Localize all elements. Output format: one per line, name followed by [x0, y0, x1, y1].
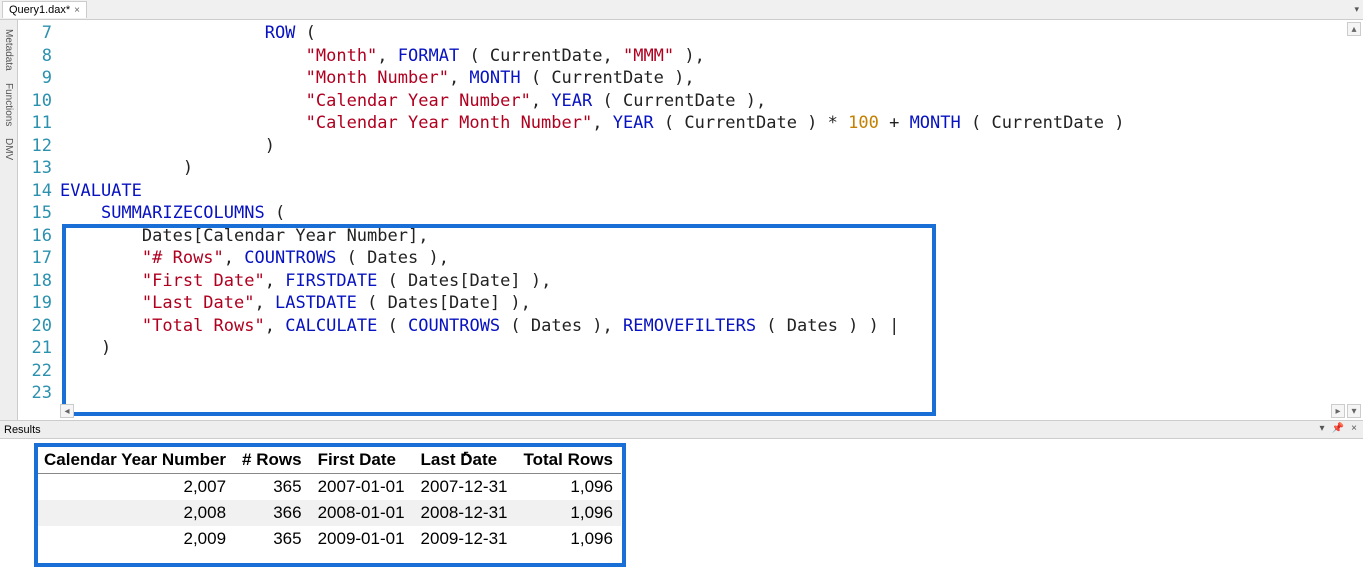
- code-line[interactable]: "Last Date", LASTDATE ( Dates[Date] ),: [60, 292, 1363, 315]
- table-cell: 2009-12-31: [413, 526, 516, 552]
- table-cell: 2009-01-01: [310, 526, 413, 552]
- code-line[interactable]: "Month Number", MONTH ( CurrentDate ),: [60, 67, 1363, 90]
- close-icon[interactable]: ×: [74, 5, 80, 16]
- table-cell: 2008-12-31: [413, 500, 516, 526]
- table-header-row: Calendar Year Number# RowsFirst DateLast…: [36, 447, 621, 474]
- pin-icon[interactable]: 📌: [1331, 422, 1345, 436]
- code-line[interactable]: ): [60, 135, 1363, 158]
- table-row[interactable]: 2,0083662008-01-012008-12-311,096: [36, 500, 621, 526]
- code-line[interactable]: SUMMARIZECOLUMNS (: [60, 202, 1363, 225]
- code-line[interactable]: EVALUATE: [60, 180, 1363, 203]
- line-number: 21: [18, 337, 52, 360]
- code-line[interactable]: "Month", FORMAT ( CurrentDate, "MMM" ),: [60, 45, 1363, 68]
- file-tab[interactable]: Query1.dax* ×: [2, 1, 87, 18]
- line-number-gutter: 7891011121314151617181920212223: [18, 20, 60, 420]
- results-body: Calendar Year Number# RowsFirst DateLast…: [0, 439, 1363, 580]
- results-panel: Results ▾ 📌 × Calendar Year Number# Rows…: [0, 420, 1363, 580]
- line-number: 23: [18, 382, 52, 405]
- code-line[interactable]: "Calendar Year Month Number", YEAR ( Cur…: [60, 112, 1363, 135]
- line-number: 12: [18, 135, 52, 158]
- window-menu-icon[interactable]: ▾: [1315, 422, 1329, 436]
- table-cell: 1,096: [516, 500, 621, 526]
- table-cell: 2007-01-01: [310, 474, 413, 501]
- column-header[interactable]: Last Date: [413, 447, 516, 474]
- table-cell: 2,007: [36, 474, 234, 501]
- table-cell: 366: [234, 500, 310, 526]
- left-tool-tabs: Metadata Functions DMV: [0, 20, 18, 420]
- tabs-dropdown-icon[interactable]: ▾: [1354, 4, 1359, 15]
- code-line[interactable]: "Total Rows", CALCULATE ( COUNTROWS ( Da…: [60, 315, 1363, 338]
- column-header[interactable]: Calendar Year Number: [36, 447, 234, 474]
- line-number: 20: [18, 315, 52, 338]
- line-number: 11: [18, 112, 52, 135]
- column-header[interactable]: Total Rows: [516, 447, 621, 474]
- table-row[interactable]: 2,0093652009-01-012009-12-311,096: [36, 526, 621, 552]
- code-line[interactable]: "# Rows", COUNTROWS ( Dates ),: [60, 247, 1363, 270]
- side-tab-functions[interactable]: Functions: [1, 78, 16, 131]
- line-number: 9: [18, 67, 52, 90]
- results-header: Results ▾ 📌 ×: [0, 421, 1363, 439]
- table-cell: 2,009: [36, 526, 234, 552]
- table-cell: 365: [234, 474, 310, 501]
- table-cell: 2008-01-01: [310, 500, 413, 526]
- code-line[interactable]: ): [60, 157, 1363, 180]
- table-cell: 1,096: [516, 526, 621, 552]
- tab-strip: Query1.dax* × ▾: [0, 0, 1363, 20]
- line-number: 14: [18, 180, 52, 203]
- table-row[interactable]: 2,0073652007-01-012007-12-311,096: [36, 474, 621, 501]
- line-number: 19: [18, 292, 52, 315]
- results-table[interactable]: Calendar Year Number# RowsFirst DateLast…: [36, 447, 621, 552]
- line-number: 16: [18, 225, 52, 248]
- line-number: 13: [18, 157, 52, 180]
- column-header[interactable]: First Date: [310, 447, 413, 474]
- line-number: 15: [18, 202, 52, 225]
- main-area: Metadata Functions DMV 78910111213141516…: [0, 20, 1363, 420]
- code-line[interactable]: ): [60, 337, 1363, 360]
- file-tab-title: Query1.dax*: [9, 4, 70, 16]
- close-panel-icon[interactable]: ×: [1347, 422, 1361, 436]
- code-line[interactable]: "Calendar Year Number", YEAR ( CurrentDa…: [60, 90, 1363, 113]
- scroll-left-icon[interactable]: ◂: [60, 404, 74, 418]
- side-tab-dmv[interactable]: DMV: [1, 133, 16, 165]
- code-editor[interactable]: 7891011121314151617181920212223 ROW ( "M…: [18, 20, 1363, 420]
- scroll-right-icon[interactable]: ▸: [1331, 404, 1345, 418]
- code-line[interactable]: "First Date", FIRSTDATE ( Dates[Date] ),: [60, 270, 1363, 293]
- code-area[interactable]: ROW ( "Month", FORMAT ( CurrentDate, "MM…: [60, 20, 1363, 420]
- table-cell: 365: [234, 526, 310, 552]
- line-number: 17: [18, 247, 52, 270]
- column-header[interactable]: # Rows: [234, 447, 310, 474]
- line-number: 22: [18, 360, 52, 383]
- code-line[interactable]: Dates[Calendar Year Number],: [60, 225, 1363, 248]
- scroll-up-icon[interactable]: ▴: [1347, 22, 1361, 36]
- table-cell: 1,096: [516, 474, 621, 501]
- line-number: 8: [18, 45, 52, 68]
- results-title: Results: [4, 424, 41, 436]
- table-cell: 2007-12-31: [413, 474, 516, 501]
- line-number: 10: [18, 90, 52, 113]
- code-line[interactable]: ROW (: [60, 22, 1363, 45]
- scroll-down-icon[interactable]: ▾: [1347, 404, 1361, 418]
- line-number: 7: [18, 22, 52, 45]
- side-tab-metadata[interactable]: Metadata: [1, 24, 16, 76]
- table-cell: 2,008: [36, 500, 234, 526]
- line-number: 18: [18, 270, 52, 293]
